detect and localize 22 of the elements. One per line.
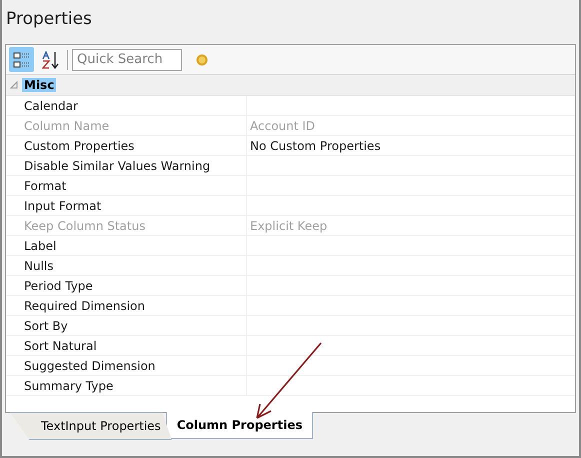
property-name[interactable]: Sort Natural [6,336,247,355]
sort-icon [42,50,60,68]
property-name[interactable]: Input Format [6,196,247,215]
property-name[interactable]: Summary Type [6,376,247,395]
property-name[interactable]: Disable Similar Values Warning [6,156,247,175]
property-name[interactable]: Format [6,176,247,195]
property-name[interactable]: Label [6,236,247,255]
property-name[interactable]: Suggested Dimension [6,356,247,375]
property-name[interactable]: Period Type [6,276,247,295]
categorized-icon [12,50,30,68]
property-name[interactable]: Custom Properties [6,136,247,155]
property-name[interactable]: Calendar [6,96,247,115]
property-name[interactable]: Sort By [6,316,247,335]
tab[interactable]: TextInput Properties [10,412,172,440]
property-value[interactable]: No Custom Properties [247,136,575,155]
panel-title: Properties [5,8,93,31]
tab[interactable]: Column Properties [166,412,314,439]
categorized-button[interactable] [9,47,34,72]
category-label[interactable]: Misc [22,78,56,92]
property-name[interactable]: Required Dimension [6,296,247,315]
quick-search-field[interactable]: Quick Search [72,48,182,70]
property-name[interactable]: Nulls [6,256,247,275]
